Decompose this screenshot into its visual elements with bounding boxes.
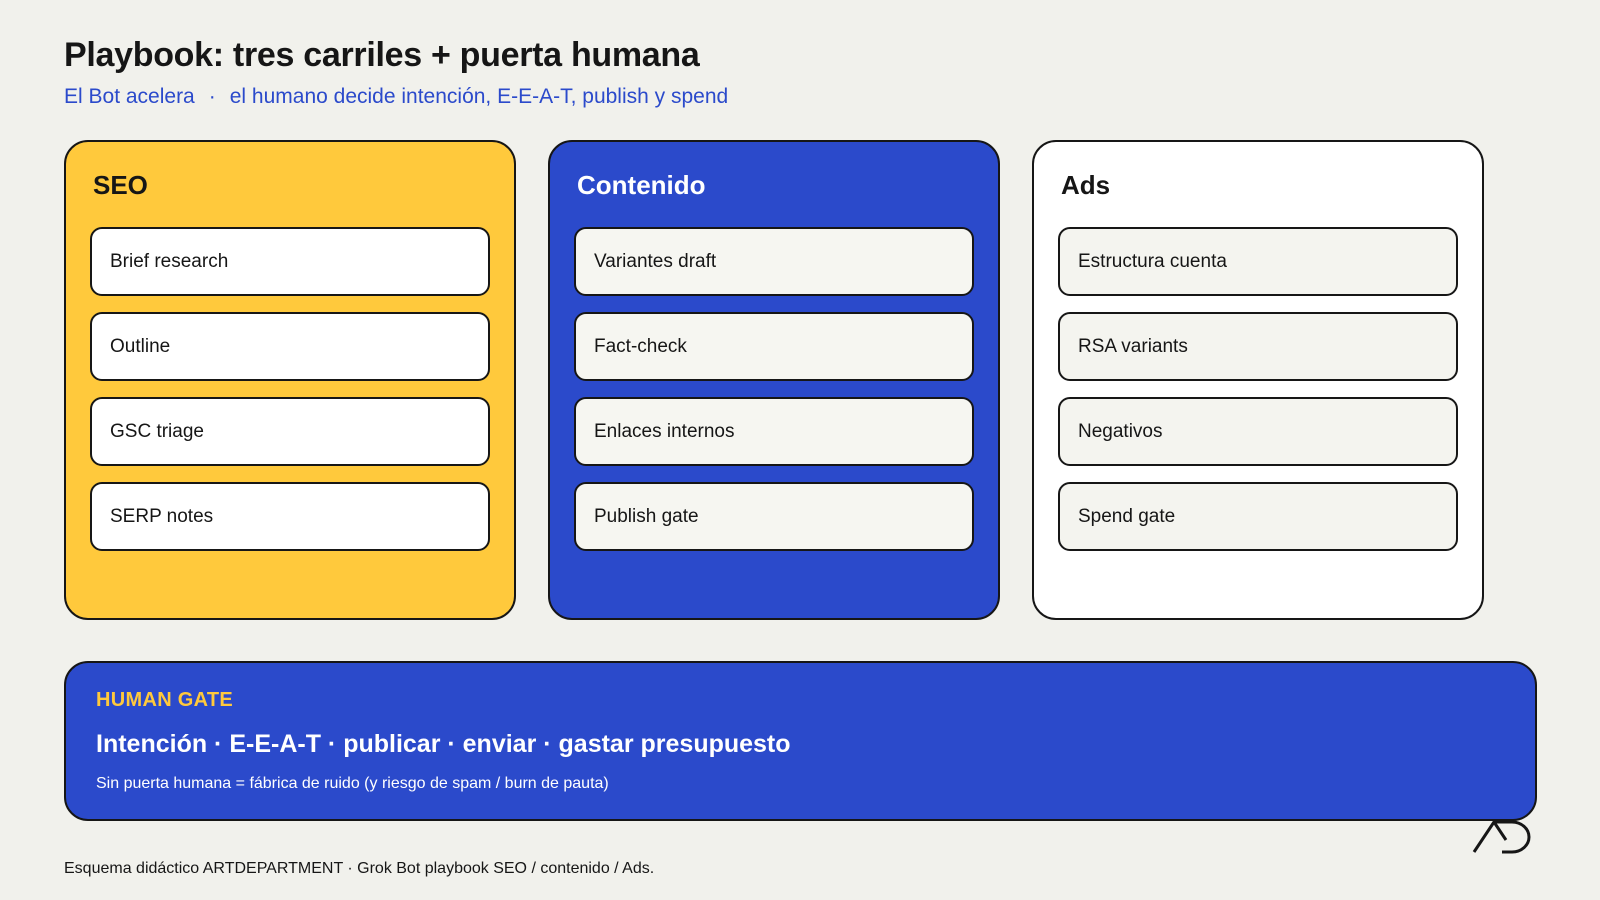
- lane-item-brief-research: Brief research: [90, 227, 490, 296]
- lane-title: Contenido: [577, 170, 706, 200]
- page-subtitle: El Bot acelera · el humano decide intenc…: [64, 85, 728, 109]
- lane-item-publish-gate: Publish gate: [574, 482, 974, 551]
- lane-seo: SEO Brief research Outline GSC triage SE…: [64, 140, 516, 620]
- lane-item-fact-check: Fact-check: [574, 312, 974, 381]
- lane-items: Brief research Outline GSC triage SERP n…: [90, 227, 490, 551]
- slide: Playbook: tres carriles + puerta humana …: [0, 0, 1600, 900]
- lane-title: SEO: [93, 170, 148, 200]
- lane-items: Variantes draft Fact-check Enlaces inter…: [574, 227, 974, 551]
- subtitle-right: el humano decide intención, E-E-A-T, pub…: [229, 85, 729, 108]
- lane-item-outline: Outline: [90, 312, 490, 381]
- lane-items: Estructura cuenta RSA variants Negativos…: [1058, 227, 1458, 551]
- lane-item-variantes-draft: Variantes draft: [574, 227, 974, 296]
- page-title: Playbook: tres carriles + puerta humana: [64, 36, 700, 74]
- artdepartment-logo-icon: [1472, 816, 1536, 859]
- logo-mark: [1472, 820, 1531, 854]
- footer-note: Esquema didáctico ARTDEPARTMENT · Grok B…: [64, 860, 655, 877]
- lane-contenido: Contenido Variantes draft Fact-check Enl…: [548, 140, 1000, 620]
- lane-item-estructura-cuenta: Estructura cuenta: [1058, 227, 1458, 296]
- lane-title: Ads: [1061, 170, 1111, 200]
- lane-item-spend-gate: Spend gate: [1058, 482, 1458, 551]
- human-gate-note: Sin puerta humana = fábrica de ruido (y …: [96, 775, 609, 792]
- subtitle-left: El Bot acelera: [64, 85, 195, 108]
- lane-item-gsc-triage: GSC triage: [90, 397, 490, 466]
- lane-item-rsa-variants: RSA variants: [1058, 312, 1458, 381]
- human-gate-label: HUMAN GATE: [96, 689, 234, 711]
- subtitle-separator: ·: [208, 85, 216, 108]
- human-gate-decisions: Intención · E-E-A-T · publicar · enviar …: [96, 730, 791, 758]
- human-gate-panel: HUMAN GATE Intención · E-E-A-T · publica…: [64, 661, 1537, 821]
- lane-item-negativos: Negativos: [1058, 397, 1458, 466]
- lane-item-enlaces-internos: Enlaces internos: [574, 397, 974, 466]
- lane-item-serp-notes: SERP notes: [90, 482, 490, 551]
- lanes-row: SEO Brief research Outline GSC triage SE…: [64, 140, 1484, 620]
- lane-ads: Ads Estructura cuenta RSA variants Negat…: [1032, 140, 1484, 620]
